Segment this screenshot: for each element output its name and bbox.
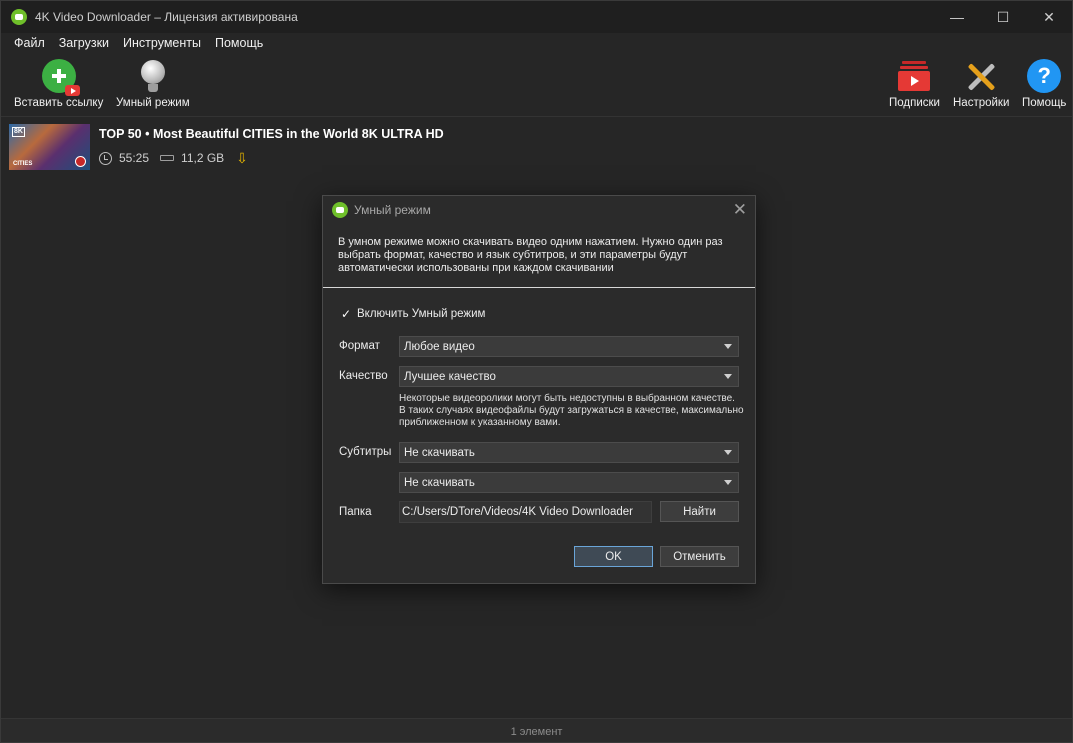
quality-value: Лучшее качество (404, 370, 496, 383)
help-icon: ? (1027, 59, 1062, 93)
app-window: 4K Video Downloader – Лицензия активиров… (0, 0, 1073, 743)
youtube-icon (64, 85, 80, 96)
maximize-button[interactable]: ☐ (980, 1, 1026, 33)
thumbnail-caption: CITIES (13, 161, 33, 167)
tools-icon (964, 59, 998, 93)
format-value: Любое видео (404, 340, 475, 353)
menu-downloads[interactable]: Загрузки (59, 36, 109, 50)
minimize-button[interactable]: — (934, 1, 980, 33)
clock-icon (99, 151, 112, 165)
dialog-divider (323, 287, 755, 288)
download-title: TOP 50 • Most Beautiful CITIES in the Wo… (99, 127, 444, 141)
format-label: Формат (339, 340, 380, 352)
subtitles-secondary-select[interactable]: Не скачивать (399, 472, 739, 493)
file-size-icon (160, 155, 175, 161)
folder-path-field[interactable]: C:/Users/DTore/Videos/4K Video Downloade… (399, 501, 652, 523)
download-meta: 55:25 11,2 GB ⇩ (99, 151, 248, 165)
subscriptions-button[interactable]: Подписки (889, 59, 940, 109)
title-bar: 4K Video Downloader – Лицензия активиров… (1, 1, 1072, 33)
subscriptions-icon (897, 59, 931, 93)
folder-path-value: C:/Users/DTore/Videos/4K Video Downloade… (402, 506, 633, 518)
dialog-close-icon[interactable]: ✕ (733, 200, 747, 220)
chevron-down-icon (724, 344, 732, 349)
settings-label: Настройки (953, 97, 1010, 109)
cancel-button[interactable]: Отменить (660, 546, 739, 567)
app-logo-icon (11, 9, 27, 25)
status-bar: 1 элемент (1, 718, 1072, 742)
help-label: Помощь (1022, 97, 1067, 109)
menu-file[interactable]: Файл (14, 36, 45, 50)
quality-note: Некоторые видеоролики могут быть недосту… (399, 393, 744, 428)
subtitles-select[interactable]: Не скачивать (399, 442, 739, 463)
settings-button[interactable]: Настройки (953, 59, 1009, 109)
help-button[interactable]: ? Помощь (1022, 59, 1066, 109)
lightbulb-icon (136, 59, 170, 93)
subtitles-secondary-value: Не скачивать (404, 476, 475, 489)
enable-smart-mode-label: Включить Умный режим (357, 308, 486, 320)
subtitles-label: Субтитры (339, 446, 392, 458)
menu-tools[interactable]: Инструменты (123, 36, 201, 50)
smart-mode-button[interactable]: Умный режим (116, 59, 190, 109)
item-count: 1 элемент (510, 725, 563, 738)
quality-select[interactable]: Лучшее качество (399, 366, 739, 387)
ok-button[interactable]: OK (574, 546, 653, 567)
smart-mode-label: Умный режим (116, 97, 190, 109)
menu-bar: Файл Загрузки Инструменты Помощь (1, 33, 1072, 53)
download-duration: 55:25 (119, 151, 150, 165)
download-item[interactable]: 8K CITIES TOP 50 • Most Beautiful CITIES… (9, 122, 909, 170)
toolbar: Вставить ссылку Умный режим Подписки Нас… (1, 53, 1072, 117)
dialog-app-icon (332, 202, 348, 218)
format-select[interactable]: Любое видео (399, 336, 739, 357)
download-size: 11,2 GB (181, 151, 225, 165)
paste-link-icon (41, 59, 80, 96)
chevron-down-icon (724, 374, 732, 379)
dialog-title-bar: Умный режим ✕ (323, 196, 755, 224)
chevron-down-icon (724, 450, 732, 455)
subtitles-value: Не скачивать (404, 446, 475, 459)
paste-link-label: Вставить ссылку (14, 97, 104, 109)
window-controls: — ☐ ✕ (934, 1, 1072, 33)
channel-badge-icon (75, 156, 86, 167)
close-button[interactable]: ✕ (1026, 1, 1072, 33)
video-thumbnail: 8K CITIES (9, 124, 90, 170)
browse-button[interactable]: Найти (660, 501, 739, 522)
paste-link-button[interactable]: Вставить ссылку (14, 59, 103, 109)
folder-label: Папка (339, 506, 372, 518)
download-arrow-icon[interactable]: ⇩ (236, 151, 248, 165)
enable-smart-mode-checkbox[interactable]: ✓ Включить Умный режим (341, 307, 485, 321)
dialog-title: Умный режим (354, 203, 431, 217)
checkmark-icon: ✓ (341, 307, 352, 321)
window-title: 4K Video Downloader – Лицензия активиров… (35, 10, 298, 24)
quality-label: Качество (339, 370, 388, 382)
thumbnail-badge: 8K (12, 127, 25, 137)
chevron-down-icon (724, 480, 732, 485)
subscriptions-label: Подписки (889, 97, 940, 109)
smart-mode-dialog: Умный режим ✕ В умном режиме можно скачи… (322, 195, 756, 584)
dialog-description: В умном режиме можно скачивать видео одн… (338, 236, 723, 274)
menu-help[interactable]: Помощь (215, 36, 263, 50)
